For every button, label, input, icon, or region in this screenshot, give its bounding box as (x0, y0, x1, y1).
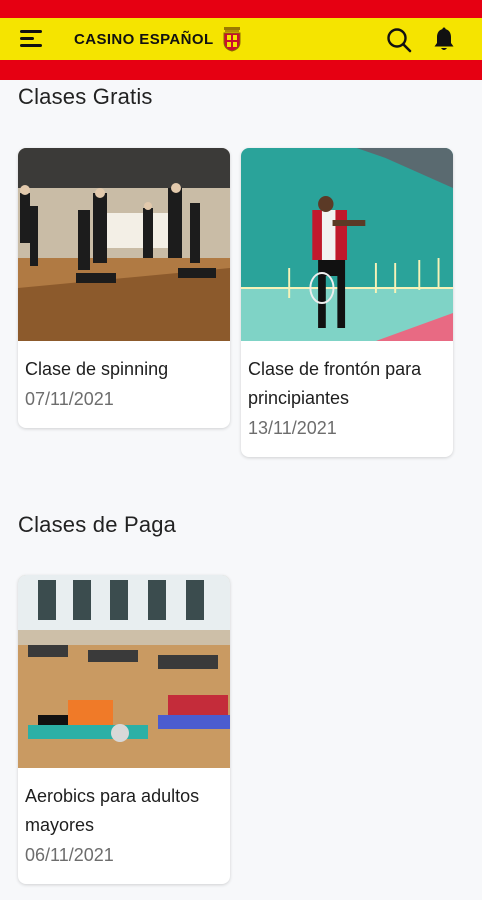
fronton-class-image (241, 148, 453, 341)
app-header: CASINO ESPAÑOL (0, 0, 482, 80)
card-title: Clase de spinning (25, 359, 169, 379)
crest-icon (223, 27, 241, 52)
brand[interactable]: CASINO ESPAÑOL (74, 26, 242, 52)
card-date: 13/11/2021 (248, 418, 337, 438)
menu-icon[interactable] (20, 28, 44, 50)
spinning-class-image (18, 148, 230, 341)
section-title-free: Clases Gratis (18, 84, 153, 109)
card-title: Clase de frontón para principiantes (248, 359, 422, 408)
class-card[interactable]: Clase de frontón para principiantes 13/1… (241, 148, 453, 457)
search-icon[interactable] (385, 26, 413, 54)
card-date: 07/11/2021 (25, 389, 114, 409)
card-title: Aerobics para adultos mayores (25, 786, 200, 835)
bell-icon[interactable] (430, 26, 458, 54)
section-title-paid: Clases de Paga (18, 512, 177, 537)
aerobics-class-image (18, 575, 230, 768)
card-date: 06/11/2021 (25, 845, 114, 865)
brand-name: CASINO ESPAÑOL (74, 30, 214, 48)
class-card[interactable]: Aerobics para adultos mayores 06/11/2021 (18, 575, 230, 884)
class-card[interactable]: Clase de spinning 07/11/2021 (18, 148, 230, 428)
